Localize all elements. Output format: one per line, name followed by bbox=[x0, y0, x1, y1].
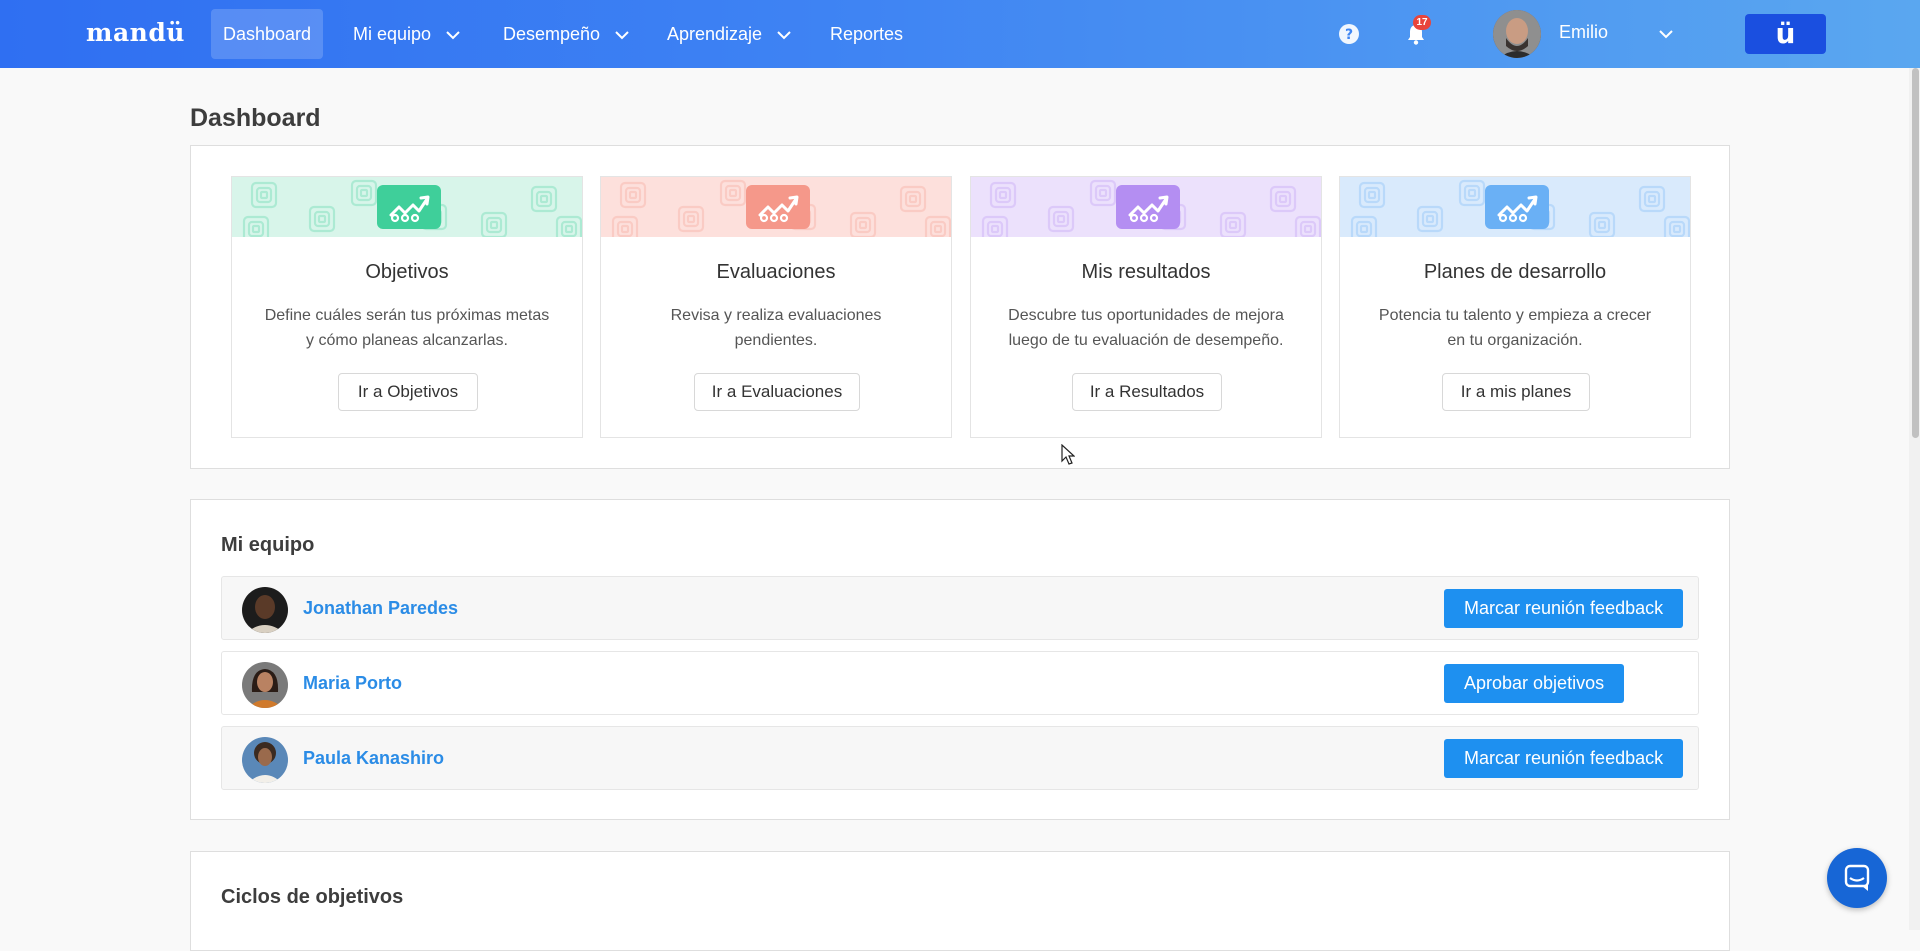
card-description: Revisa y realiza evaluaciones pendientes. bbox=[625, 303, 927, 353]
growth-chart-icon bbox=[1485, 185, 1549, 229]
card-description-line: y cómo planeas alcanzarlas. bbox=[306, 332, 508, 349]
nav-mi-equipo[interactable]: Mi equipo bbox=[341, 9, 472, 59]
card-goto-button-objetivos[interactable]: Ir a Objetivos bbox=[338, 373, 478, 411]
chat-icon bbox=[1844, 864, 1870, 891]
team-panel: Mi equipo Jonathan Paredes Marcar reunió… bbox=[190, 499, 1730, 820]
card-goto-button-evaluaciones[interactable]: Ir a Evaluaciones bbox=[694, 373, 860, 411]
brand-button[interactable]: ü bbox=[1745, 14, 1826, 54]
svg-text:?: ? bbox=[1345, 27, 1353, 43]
nav-desempeno[interactable]: Desempeño bbox=[491, 9, 641, 59]
team-row: Paula Kanashiro Marcar reunión feedback bbox=[221, 726, 1699, 790]
card-title: Objetivos bbox=[365, 261, 449, 283]
card-description-line: Revisa y realiza evaluaciones bbox=[670, 307, 882, 324]
member-avatar[interactable] bbox=[242, 587, 288, 633]
cycles-title: Ciclos de objetivos bbox=[221, 886, 404, 908]
shortcut-card-objetivos: Objetivos Define cuáles serán tus próxima… bbox=[231, 176, 583, 438]
member-name-link[interactable]: Paula Kanashiro bbox=[303, 748, 444, 769]
chevron-down-icon bbox=[777, 31, 791, 40]
approve-objectives-button[interactable]: Aprobar objetivos bbox=[1444, 664, 1625, 703]
card-description-line: Define cuáles serán tus próximas metas bbox=[264, 307, 550, 324]
notification-badge: 17 bbox=[1413, 15, 1431, 30]
chat-launcher-button[interactable] bbox=[1827, 848, 1887, 908]
team-row: Jonathan Paredes Marcar reunión feedback bbox=[221, 576, 1699, 640]
card-description: Define cuáles serán tus próximas metas y … bbox=[256, 303, 558, 353]
card-description-line: Descubre tus oportunidades de mejora bbox=[1008, 307, 1284, 324]
card-description: Potencia tu talento y empieza a crecer en… bbox=[1364, 303, 1666, 353]
nav-dashboard[interactable]: Dashboard bbox=[211, 9, 324, 59]
user-avatar[interactable] bbox=[1493, 10, 1541, 58]
shortcut-card-resultados: Mis resultados Descubre tus oportunidades… bbox=[970, 176, 1322, 438]
app-logo[interactable]: mandü bbox=[86, 18, 185, 47]
schedule-feedback-button[interactable]: Marcar reunión feedback bbox=[1444, 589, 1684, 628]
member-avatar[interactable] bbox=[242, 662, 288, 708]
shortcuts-panel: Objetivos Define cuáles serán tus próxima… bbox=[190, 145, 1730, 469]
card-goto-button-planes[interactable]: Ir a mis planes bbox=[1442, 373, 1590, 411]
chevron-down-icon[interactable] bbox=[1659, 30, 1673, 39]
card-description-line: Potencia tu talento y empieza a crecer bbox=[1378, 307, 1652, 324]
nav-aprendizaje[interactable]: Aprendizaje bbox=[655, 9, 803, 59]
team-row: Maria Porto Aprobar objetivos bbox=[221, 651, 1699, 715]
user-name[interactable]: Emilio bbox=[1559, 22, 1608, 43]
card-title: Mis resultados bbox=[1081, 261, 1211, 283]
nav-desempeno-label: Desempeño bbox=[503, 24, 601, 44]
page-title: Dashboard bbox=[190, 104, 321, 132]
cycles-panel: Ciclos de objetivos bbox=[190, 851, 1730, 951]
card-description: Descubre tus oportunidades de mejora lueg… bbox=[995, 303, 1297, 353]
nav-mi-equipo-label: Mi equipo bbox=[353, 24, 432, 44]
card-description-line: luego de tu evaluación de desempeño. bbox=[1008, 332, 1284, 349]
shortcut-card-evaluaciones: Evaluaciones Revisa y realiza evaluacione… bbox=[600, 176, 952, 438]
top-navbar: mandü Dashboard Mi equipo Desempeño Apre… bbox=[0, 0, 1920, 68]
member-avatar[interactable] bbox=[242, 737, 288, 783]
card-title: Evaluaciones bbox=[716, 261, 836, 283]
card-description-line: pendientes. bbox=[734, 332, 818, 349]
chevron-down-icon bbox=[615, 31, 629, 40]
page-scrollbar-thumb[interactable] bbox=[1912, 68, 1919, 438]
member-name-link[interactable]: Jonathan Paredes bbox=[303, 598, 458, 619]
card-goto-button-resultados[interactable]: Ir a Resultados bbox=[1072, 373, 1222, 411]
mouse-cursor-icon bbox=[1061, 444, 1075, 465]
card-description-line: en tu organización. bbox=[1447, 332, 1583, 349]
nav-reportes[interactable]: Reportes bbox=[818, 9, 915, 59]
chevron-down-icon bbox=[446, 31, 460, 40]
nav-aprendizaje-label: Aprendizaje bbox=[667, 24, 763, 44]
help-icon[interactable]: ? bbox=[1338, 23, 1360, 45]
schedule-feedback-button[interactable]: Marcar reunión feedback bbox=[1444, 739, 1684, 778]
growth-chart-icon bbox=[1116, 185, 1180, 229]
nav-dashboard-label: Dashboard bbox=[223, 24, 312, 44]
growth-chart-icon bbox=[377, 185, 441, 229]
nav-reportes-label: Reportes bbox=[830, 24, 904, 44]
member-name-link[interactable]: Maria Porto bbox=[303, 673, 402, 694]
growth-chart-icon bbox=[746, 185, 810, 229]
shortcut-card-planes: Planes de desarrollo Potencia tu talento … bbox=[1339, 176, 1691, 438]
card-title: Planes de desarrollo bbox=[1423, 261, 1607, 283]
team-title: Mi equipo bbox=[221, 534, 315, 556]
